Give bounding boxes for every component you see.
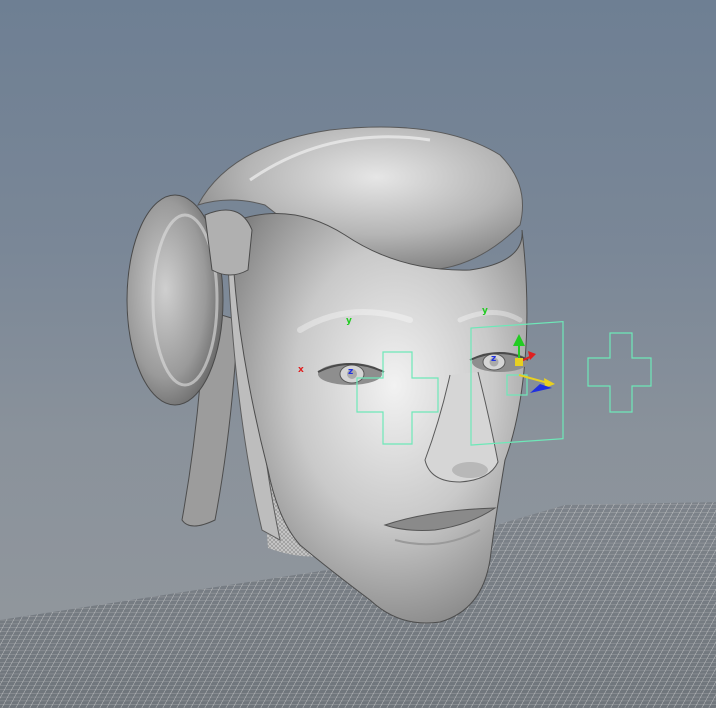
- y-marker-icon: y: [346, 316, 352, 326]
- viewport-scene[interactable]: y x y z z: [0, 0, 716, 708]
- x-marker-icon: x: [298, 365, 304, 375]
- z-marker-icon: z: [348, 367, 353, 377]
- z-marker-icon: z: [491, 354, 496, 364]
- maya-3d-viewport[interactable]: y x y z z: [0, 0, 716, 708]
- y-marker-icon: y: [482, 306, 488, 316]
- head-model[interactable]: [126, 126, 529, 624]
- eye-aim-locator-target[interactable]: [587, 332, 652, 413]
